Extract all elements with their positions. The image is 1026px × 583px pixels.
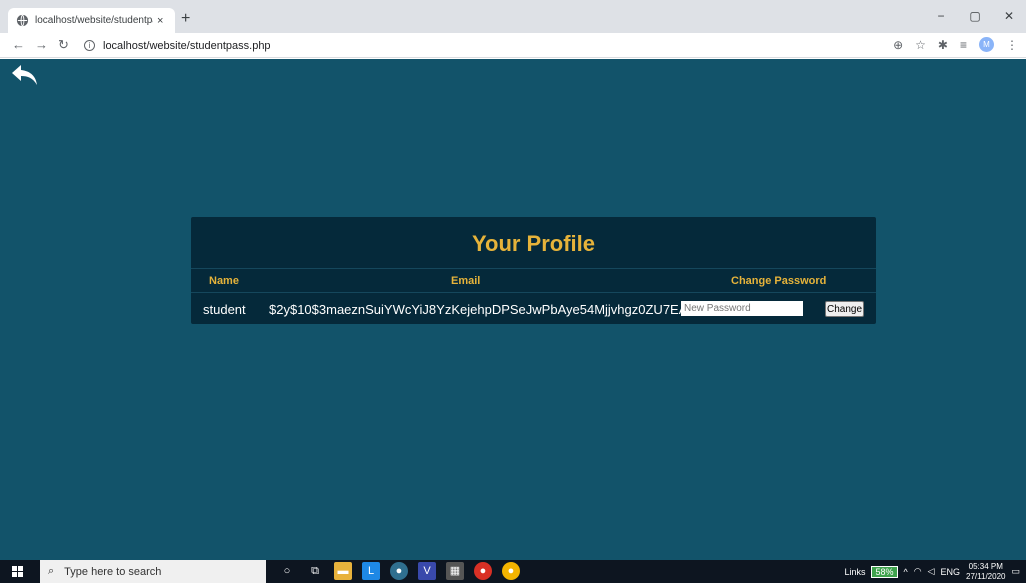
info-icon[interactable]: i bbox=[84, 40, 95, 51]
avatar[interactable]: M bbox=[979, 37, 994, 52]
change-password-button[interactable]: Change bbox=[825, 301, 864, 317]
new-tab-button[interactable]: + bbox=[181, 10, 190, 28]
wifi-icon[interactable]: ◠ bbox=[914, 566, 922, 577]
chrome-icon[interactable]: ● bbox=[474, 562, 492, 580]
browser-tab[interactable]: localhost/website/studentpass.ph × bbox=[8, 8, 175, 33]
url-text: localhost/website/studentpass.php bbox=[103, 39, 271, 52]
address-bar: ← → ↻ i localhost/website/studentpass.ph… bbox=[0, 33, 1026, 58]
battery-indicator[interactable]: 58% bbox=[871, 565, 898, 578]
menu-icon[interactable]: ⋮ bbox=[1006, 38, 1018, 52]
profile-email-value: $2y$10$3maeznSuiYWcYiJ8YzKejehpDPSeJwPbA… bbox=[269, 302, 712, 317]
close-icon[interactable]: × bbox=[157, 15, 163, 27]
globe-icon bbox=[16, 14, 29, 27]
tray-chevron-icon[interactable]: ^ bbox=[904, 567, 908, 577]
reply-back-icon[interactable] bbox=[10, 63, 40, 89]
zoom-icon[interactable]: ⊕ bbox=[893, 38, 903, 52]
profile-name-value: student bbox=[203, 302, 246, 317]
reload-icon[interactable]: ↻ bbox=[58, 37, 69, 53]
page-background: Your Profile Name Email Change Password … bbox=[0, 59, 1026, 560]
notification-icon[interactable]: ▭ bbox=[1011, 566, 1020, 577]
volume-icon[interactable]: ◁ bbox=[928, 566, 935, 577]
tab-title: localhost/website/studentpass.ph bbox=[35, 15, 153, 26]
v2-app-icon[interactable]: V bbox=[418, 562, 436, 580]
forward-arrow-icon[interactable]: → bbox=[35, 37, 48, 52]
url-input[interactable]: i localhost/website/studentpass.php bbox=[78, 36, 904, 55]
cortana-icon[interactable]: ○ bbox=[278, 562, 296, 580]
network-app-icon[interactable]: ● bbox=[390, 562, 408, 580]
reading-list-icon[interactable]: ≡ bbox=[960, 38, 967, 52]
search-icon: ⌕ bbox=[48, 565, 55, 577]
chrome-active-icon[interactable]: ● bbox=[502, 562, 520, 580]
windows-start-icon[interactable] bbox=[12, 566, 23, 577]
close-window-button[interactable]: ✕ bbox=[992, 4, 1026, 28]
minimize-button[interactable]: − bbox=[924, 4, 958, 28]
clock[interactable]: 05:34 PM 27/11/2020 bbox=[966, 562, 1005, 582]
new-password-input[interactable] bbox=[681, 301, 803, 316]
system-tray: Links 58% ^ ◠ ◁ ENG 05:34 PM 27/11/2020 … bbox=[844, 560, 1020, 583]
header-divider bbox=[191, 292, 876, 293]
profile-card: Your Profile Name Email Change Password … bbox=[191, 217, 876, 324]
toolbar-icons: ⊕ ☆ ✱ ≡ M ⋮ bbox=[893, 37, 1018, 52]
extensions-icon[interactable]: ✱ bbox=[938, 38, 948, 52]
header-change-password: Change Password bbox=[731, 275, 827, 287]
header-email: Email bbox=[451, 275, 481, 287]
header-name: Name bbox=[209, 275, 239, 287]
taskbar: ⌕ Type here to search ○ ⧉ ▬ L ● V ▦ ● ● … bbox=[0, 560, 1026, 583]
calculator-icon[interactable]: ▦ bbox=[446, 562, 464, 580]
profile-title: Your Profile bbox=[471, 231, 596, 256]
window-controls: − ▢ ✕ bbox=[924, 4, 1026, 28]
back-arrow-icon[interactable]: ← bbox=[12, 37, 25, 52]
task-view-icon[interactable]: ⧉ bbox=[306, 562, 324, 580]
app-l-icon[interactable]: L bbox=[362, 562, 380, 580]
clock-time: 05:34 PM bbox=[968, 561, 1003, 571]
taskbar-apps: ○ ⧉ ▬ L ● V ▦ ● ● bbox=[278, 562, 520, 580]
file-explorer-icon[interactable]: ▬ bbox=[334, 562, 352, 580]
star-icon[interactable]: ☆ bbox=[915, 38, 926, 52]
clock-date: 27/11/2020 bbox=[966, 571, 1006, 581]
links-label[interactable]: Links bbox=[844, 567, 865, 577]
search-placeholder: Type here to search bbox=[64, 565, 162, 578]
taskbar-search-input[interactable]: ⌕ Type here to search bbox=[40, 560, 266, 583]
restore-button[interactable]: ▢ bbox=[958, 4, 992, 28]
browser-tab-bar: localhost/website/studentpass.ph × + − ▢… bbox=[0, 0, 1026, 33]
title-divider bbox=[191, 268, 876, 269]
language-indicator[interactable]: ENG bbox=[941, 567, 961, 577]
